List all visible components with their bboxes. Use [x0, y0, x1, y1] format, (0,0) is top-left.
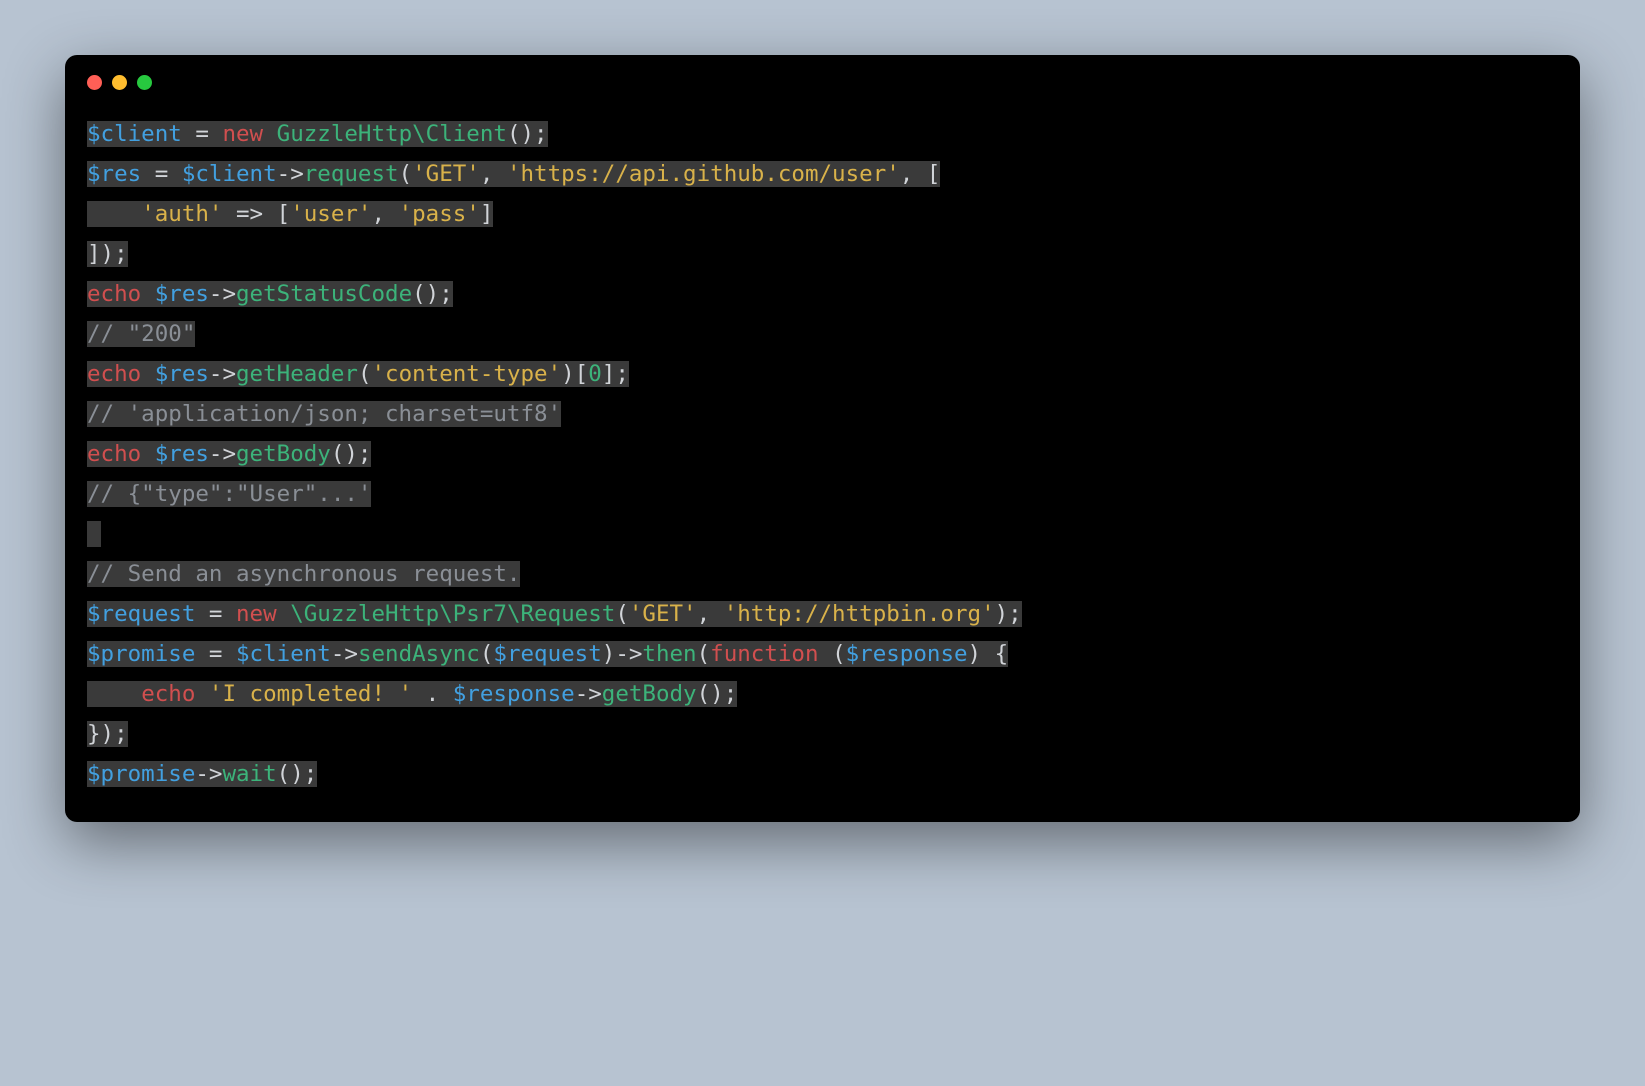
code-line-5: echo $res->getStatusCode();: [87, 274, 1558, 314]
code-line-1: $client = new GuzzleHttp\Client();: [87, 114, 1558, 154]
code-line-16: });: [87, 714, 1558, 754]
window-titlebar: [65, 55, 1580, 104]
maximize-icon[interactable]: [137, 75, 152, 90]
code-line-14: $promise = $client->sendAsync($request)-…: [87, 634, 1558, 674]
close-icon[interactable]: [87, 75, 102, 90]
code-line-12: // Send an asynchronous request.: [87, 554, 1558, 594]
code-line-9: echo $res->getBody();: [87, 434, 1558, 474]
code-line-7: echo $res->getHeader('content-type')[0];: [87, 354, 1558, 394]
minimize-icon[interactable]: [112, 75, 127, 90]
code-line-6: // "200": [87, 314, 1558, 354]
code-area[interactable]: $client = new GuzzleHttp\Client(); $res …: [65, 104, 1580, 822]
code-line-17: $promise->wait();: [87, 754, 1558, 794]
code-line-10: // {"type":"User"...': [87, 474, 1558, 514]
code-line-2: $res = $client->request('GET', 'https://…: [87, 154, 1558, 194]
code-line-11: [87, 514, 1558, 554]
terminal-window: $client = new GuzzleHttp\Client(); $res …: [65, 55, 1580, 822]
code-line-8: // 'application/json; charset=utf8': [87, 394, 1558, 434]
code-line-3: 'auth' => ['user', 'pass']: [87, 194, 1558, 234]
code-line-13: $request = new \GuzzleHttp\Psr7\Request(…: [87, 594, 1558, 634]
code-line-15: echo 'I completed! ' . $response->getBod…: [87, 674, 1558, 714]
code-line-4: ]);: [87, 234, 1558, 274]
